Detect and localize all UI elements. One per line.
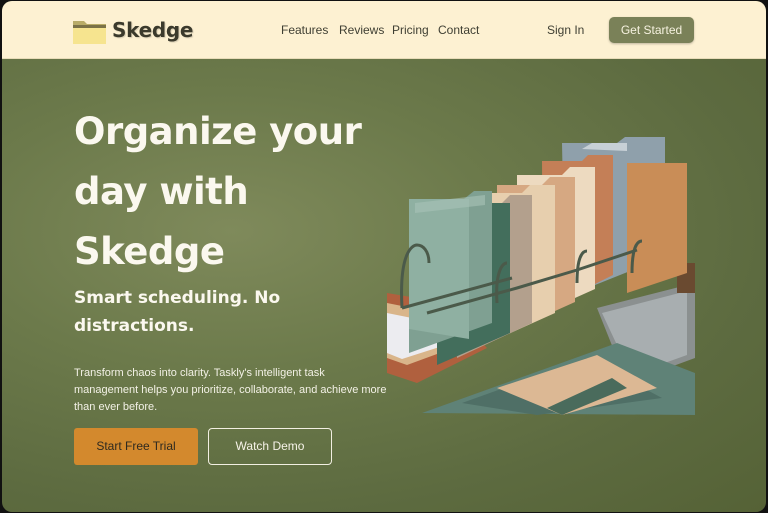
hero-description-line: management helps you prioritize, collabo… <box>74 384 387 396</box>
brand-logo[interactable]: Skedge <box>72 14 212 46</box>
nav-link-features[interactable]: Features <box>281 23 328 37</box>
nav-link-reviews[interactable]: Reviews <box>339 23 384 37</box>
hero-description-line: than ever before. <box>74 401 158 413</box>
hero-description-line: Transform chaos into clarity. Taskly's i… <box>74 367 325 379</box>
desk-organizer-image <box>387 137 695 415</box>
brand-name: Skedge <box>112 18 194 42</box>
app-window: Skedge Features Reviews Pricing Contact … <box>2 1 766 512</box>
nav-link-contact[interactable]: Contact <box>438 23 479 37</box>
hero-title-line: Organize your <box>74 110 362 153</box>
site-header: Skedge Features Reviews Pricing Contact … <box>2 1 766 59</box>
nav-link-pricing[interactable]: Pricing <box>392 23 429 37</box>
hero-subtitle-line: distractions. <box>74 316 195 336</box>
hero-title-line: Skedge <box>74 230 225 273</box>
hero-title-line: day with <box>74 170 249 213</box>
sign-in-link[interactable]: Sign In <box>547 23 584 37</box>
hero-description: Transform chaos into clarity. Taskly's i… <box>74 365 394 416</box>
hero-title: Organize your day with Skedge <box>74 102 394 282</box>
get-started-button[interactable]: Get Started <box>609 17 694 43</box>
watch-demo-button[interactable]: Watch Demo <box>208 428 332 465</box>
start-free-trial-button[interactable]: Start Free Trial <box>74 428 198 465</box>
hero-subtitle: Smart scheduling. No distractions. <box>74 284 354 340</box>
hero-subtitle-line: Smart scheduling. No <box>74 288 281 308</box>
folder-icon <box>73 21 106 44</box>
